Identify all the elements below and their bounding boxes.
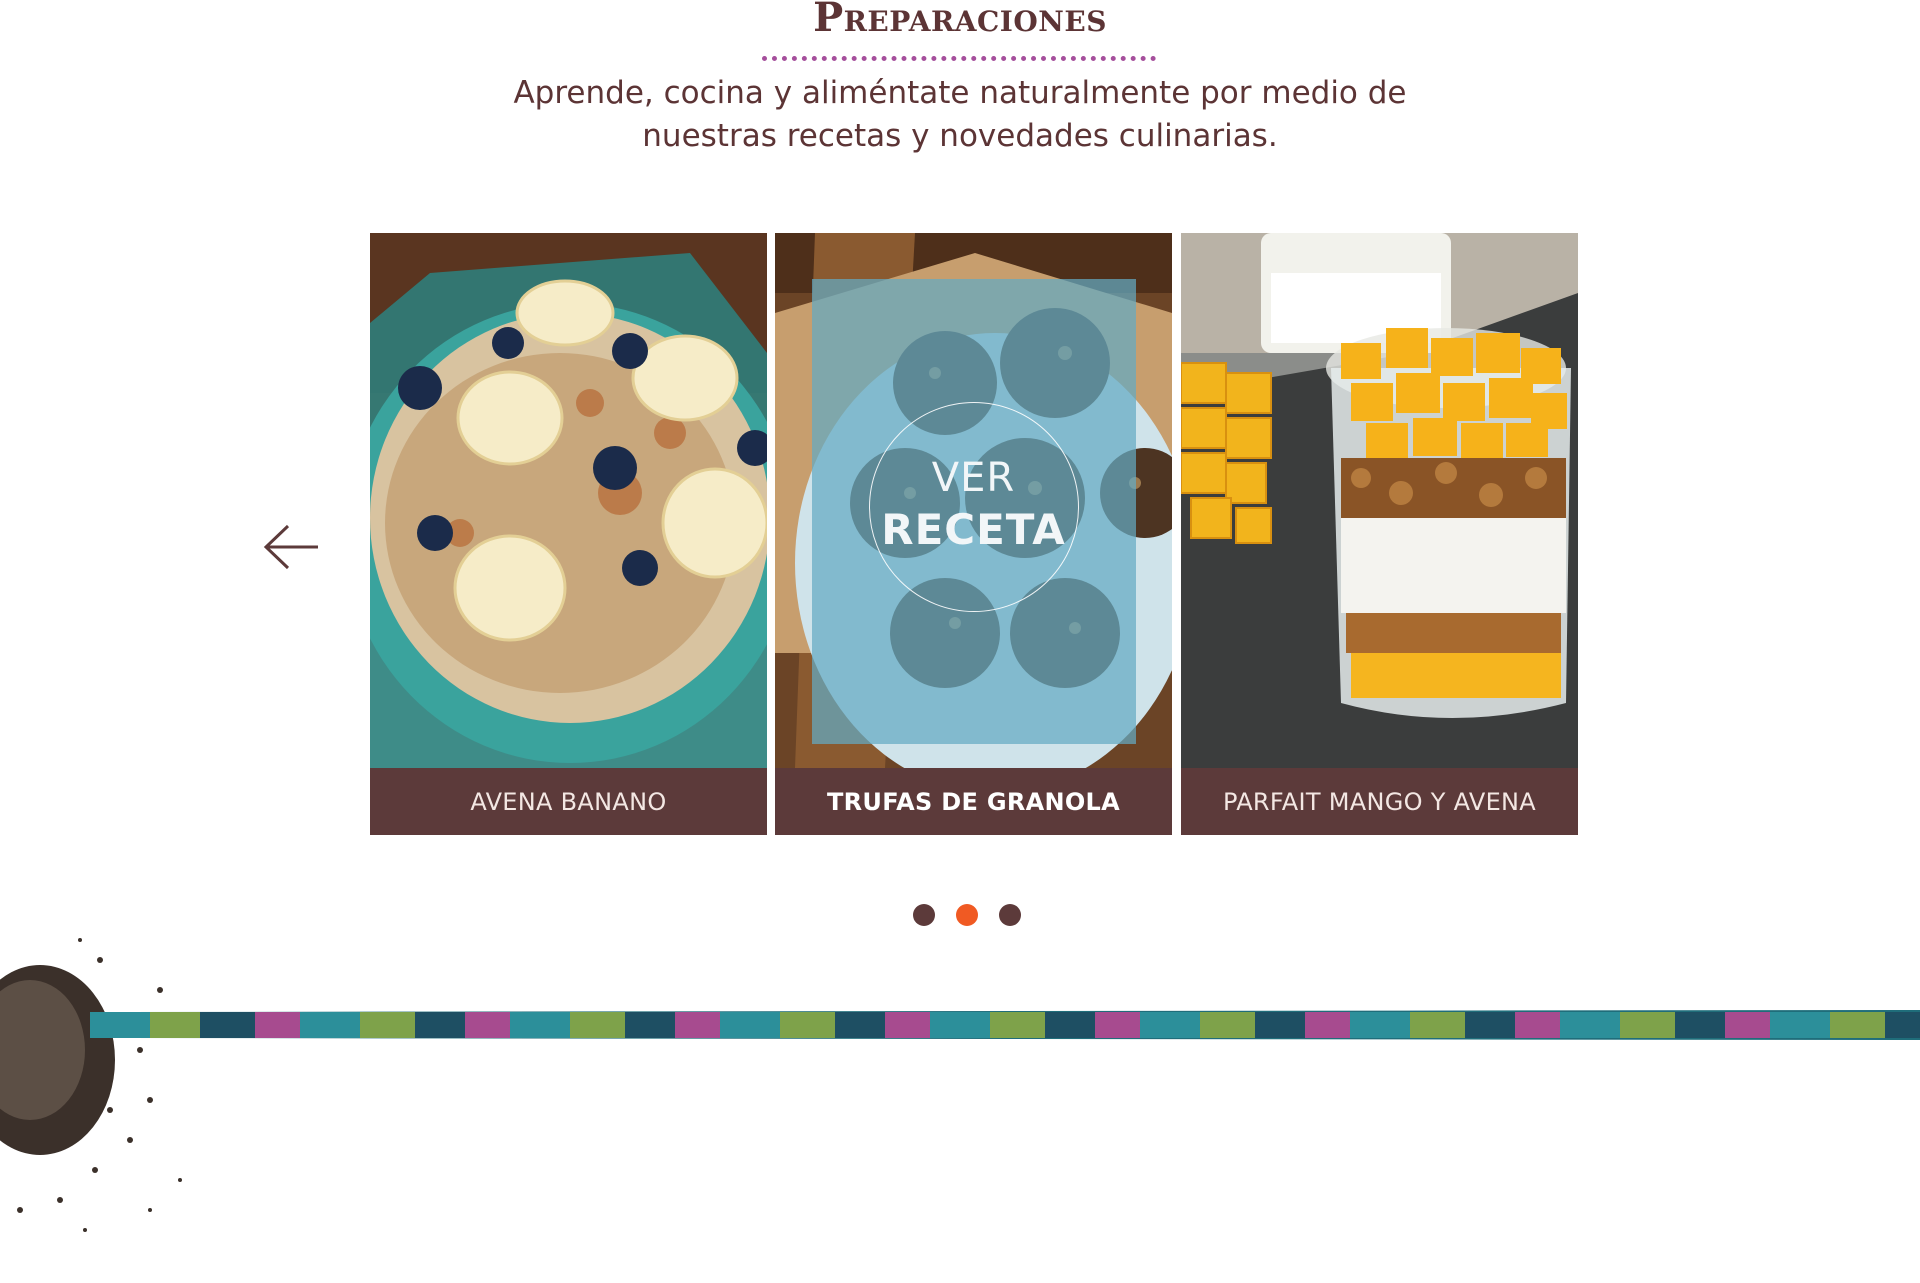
mango-parfait-image — [1181, 233, 1578, 768]
arrow-left-icon — [263, 524, 318, 570]
title-dotted-underline — [762, 56, 1156, 61]
pagination-dot-3[interactable] — [999, 904, 1021, 926]
view-recipe-line1: VER — [931, 455, 1016, 501]
recipe-card-parfait-mango-y-avena[interactable]: PARFAIT MANGO Y AVENA — [1181, 233, 1578, 835]
pagination-dot-2[interactable] — [956, 904, 978, 926]
recipe-card-avena-banano[interactable]: AVENA BANANO — [370, 233, 767, 835]
recipe-card-label: PARFAIT MANGO Y AVENA — [1181, 768, 1578, 835]
carousel-prev-button[interactable] — [262, 520, 322, 574]
recipe-card-label: AVENA BANANO — [370, 768, 767, 835]
recipe-card-label: TRUFAS DE GRANOLA — [775, 768, 1172, 835]
recipe-card-trufas-de-granola[interactable]: VER RECETA TRUFAS DE GRANOLA — [775, 233, 1172, 835]
pagination-dot-1[interactable] — [913, 904, 935, 926]
oatmeal-banana-bowl-image — [370, 233, 767, 768]
view-recipe-line2: RECETA — [881, 505, 1066, 554]
recipe-carousel: AVENA BANANO VER RECETA TRUFAS DE GRANOL… — [370, 233, 1578, 835]
woven-rope-decoration — [90, 1010, 1920, 1040]
carousel-pagination — [913, 904, 1021, 926]
section-title: Preparaciones — [813, 0, 1107, 41]
section-subtitle: Aprende, cocina y aliméntate naturalment… — [513, 75, 1407, 154]
